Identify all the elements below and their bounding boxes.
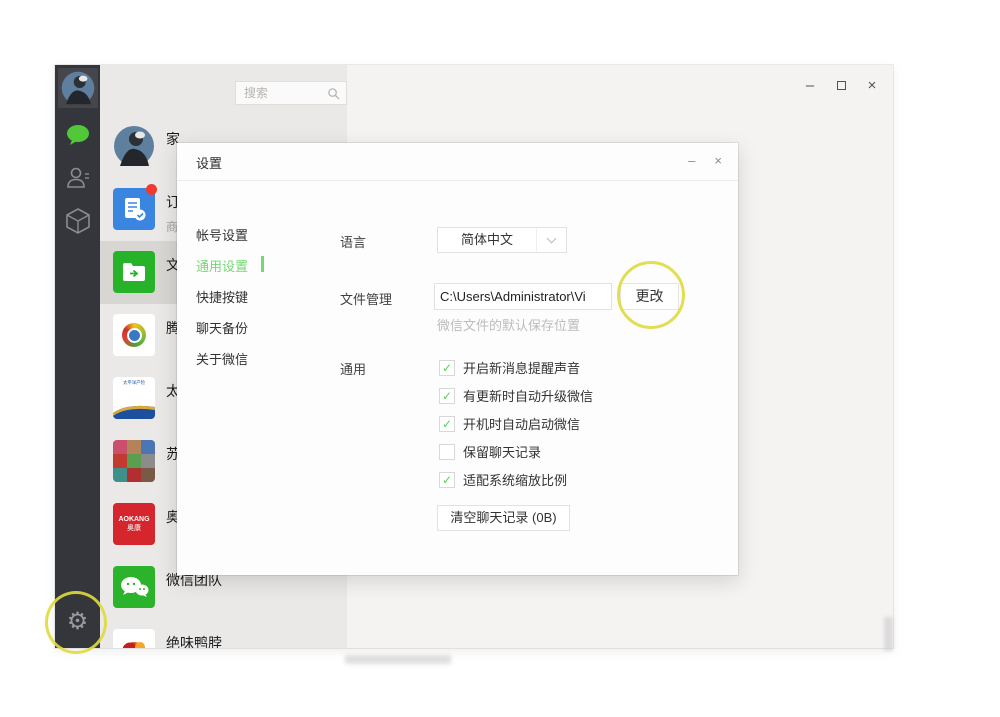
aokang-text: AOKANG — [118, 516, 149, 524]
sidebar: ⚙ — [55, 65, 100, 648]
general-label: 通用 — [340, 359, 366, 378]
wechat-team-avatar — [113, 566, 155, 608]
chevron-down-icon[interactable] — [536, 228, 566, 252]
file-path-hint: 微信文件的默认保存位置 — [437, 315, 580, 334]
checkbox-unchecked[interactable] — [439, 444, 455, 460]
settings-menu-item[interactable]: 聊天备份 — [196, 318, 248, 337]
dialog-titlebar: 设置 – × — [177, 143, 738, 181]
window-maximize-button[interactable] — [834, 79, 848, 93]
general-option-row: ✓ 适配系统缩放比例 — [439, 470, 567, 489]
language-label: 语言 — [340, 232, 366, 251]
chats-icon[interactable] — [55, 123, 100, 152]
watermark-smudge — [345, 655, 451, 664]
clear-chat-history-button[interactable]: 清空聊天记录 (0B) — [437, 505, 570, 531]
settings-dialog: 设置 – × 帐号设置通用设置快捷按键聊天备份关于微信 语言 简体中文 文件管理… — [177, 143, 738, 575]
aokang-avatar: AOKANG奥康 — [113, 503, 155, 545]
dialog-minimize-button[interactable]: – — [688, 153, 695, 169]
checkbox-checked[interactable]: ✓ — [439, 388, 455, 404]
checkbox-checked[interactable]: ✓ — [439, 360, 455, 376]
search-input[interactable] — [242, 85, 327, 101]
unread-badge — [146, 184, 157, 195]
general-option-row: ✓ 开启新消息提醒声音 — [439, 358, 580, 377]
general-option-row: ✓ 有更新时自动升级微信 — [439, 386, 593, 405]
language-select[interactable]: 简体中文 — [437, 227, 567, 253]
selected-menu-indicator — [261, 256, 264, 272]
settings-menu-item[interactable]: 快捷按键 — [196, 287, 248, 306]
tencent-avatar — [113, 314, 155, 356]
dialog-title: 设置 — [196, 153, 222, 172]
edge-smudge — [884, 617, 893, 651]
settings-menu-item[interactable]: 关于微信 — [196, 349, 248, 368]
checkbox-checked[interactable]: ✓ — [439, 472, 455, 488]
taiping-avatar: 太平洋产险 — [113, 377, 155, 419]
contacts-icon[interactable] — [55, 165, 100, 196]
search-icon — [327, 87, 340, 100]
file-path-input[interactable] — [434, 283, 612, 310]
annotation-circle-change-button — [617, 261, 685, 329]
general-option-label: 开启新消息提醒声音 — [463, 358, 580, 377]
screenshot-stage: ⚙ + 家订商文腾太平洋产险太苏AOKANG奥康奥微信团队绝味鸭脖 – × — [0, 0, 1000, 717]
collage-avatar — [113, 440, 155, 482]
general-option-label: 保留聊天记录 — [463, 442, 541, 461]
dialog-close-button[interactable]: × — [714, 153, 722, 169]
chat-list-item[interactable]: 绝味鸭脖 — [100, 619, 347, 648]
checkbox-checked[interactable]: ✓ — [439, 416, 455, 432]
window-close-button[interactable]: × — [865, 79, 879, 93]
file-management-label: 文件管理 — [340, 289, 392, 308]
photo-avatar — [113, 125, 155, 167]
settings-menu-item[interactable]: 帐号设置 — [196, 225, 248, 244]
language-value: 简体中文 — [438, 228, 536, 252]
taiping-text: 太平洋产险 — [123, 380, 145, 385]
profile-photo — [60, 70, 96, 106]
general-option-label: 有更新时自动升级微信 — [463, 386, 593, 405]
juewei-avatar — [113, 629, 155, 648]
window-minimize-button[interactable]: – — [803, 79, 817, 93]
window-controls: – × — [803, 79, 879, 93]
collections-icon[interactable] — [55, 207, 100, 240]
general-option-label: 适配系统缩放比例 — [463, 470, 567, 489]
general-option-row: ✓ 开机时自动启动微信 — [439, 414, 580, 433]
chat-item-name: 绝味鸭脖 — [166, 633, 222, 648]
settings-menu-item[interactable]: 通用设置 — [196, 256, 248, 275]
search-box[interactable] — [235, 81, 347, 105]
annotation-circle-gear-icon — [45, 591, 107, 654]
profile-avatar[interactable] — [58, 68, 98, 108]
dialog-controls: – × — [688, 153, 722, 169]
file-transfer-avatar — [113, 251, 155, 293]
general-option-label: 开机时自动启动微信 — [463, 414, 580, 433]
general-option-row: 保留聊天记录 — [439, 442, 541, 461]
chat-item-meta: 绝味鸭脖 — [166, 633, 222, 648]
